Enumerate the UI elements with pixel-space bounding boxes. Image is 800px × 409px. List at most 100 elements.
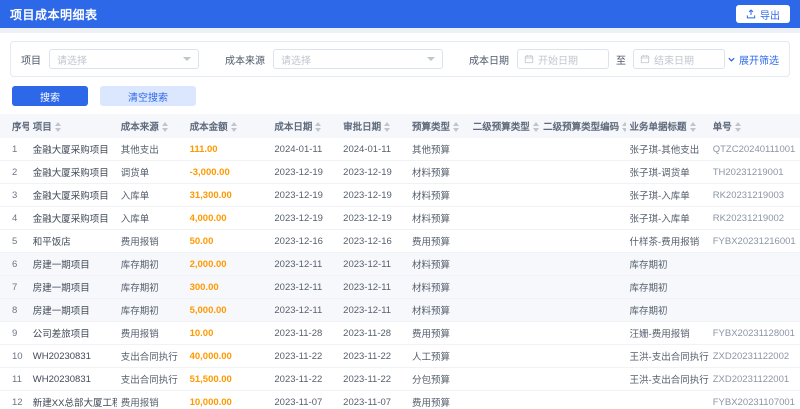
chevron-down-icon xyxy=(183,57,191,61)
table-cell: 入库单 xyxy=(116,183,186,207)
table-cell: 其他预算 xyxy=(407,138,469,161)
action-row: 搜索 清空搜索 xyxy=(0,77,800,114)
table-cell xyxy=(539,252,626,276)
column-header[interactable]: 二级预算类型编码 xyxy=(539,114,626,138)
column-header[interactable]: 成本来源 xyxy=(116,114,186,138)
table-cell: 房建一期项目 xyxy=(28,298,117,322)
table-cell: 2023-12-19 xyxy=(270,160,340,184)
table-cell: 10,000.00 xyxy=(185,390,271,409)
sort-icon[interactable] xyxy=(734,122,741,133)
table-cell xyxy=(468,321,540,345)
column-header[interactable]: 单号 xyxy=(708,114,800,138)
sort-icon[interactable] xyxy=(161,122,168,133)
table-row[interactable]: 12新建XX总部大厦工程二期费用报销10,000.002023-11-07202… xyxy=(0,390,800,409)
table-row[interactable]: 10 WH20230831 支出合同执行 40,000.00 2023-11-22 202… xyxy=(0,344,800,368)
table-cell: 2023-11-22 xyxy=(270,344,340,368)
table-cell: 31,300.00 xyxy=(185,183,271,207)
source-select-placeholder: 请选择 xyxy=(281,55,311,67)
table-cell: 7 xyxy=(0,275,29,299)
table-row[interactable]: 11 WH20230831 支出合同执行 51,500.00 2023-11-22 202… xyxy=(0,367,800,391)
table-cell xyxy=(708,252,800,276)
table-cell xyxy=(539,321,626,345)
table-cell: TH20231219001 xyxy=(708,160,800,184)
sort-icon[interactable] xyxy=(54,122,61,133)
page-title: 项目成本明细表 xyxy=(10,7,98,22)
table-cell: 5 xyxy=(0,229,29,253)
date-end-input[interactable]: 结束日期 xyxy=(633,49,725,69)
table-cell: 2023-11-22 xyxy=(270,367,340,391)
date-start-input[interactable]: 开始日期 xyxy=(517,49,609,69)
column-header[interactable]: 预算类型 xyxy=(407,114,469,138)
table-cell: 2023-12-19 xyxy=(270,206,340,230)
table-cell: 2023-12-16 xyxy=(270,229,340,253)
table-cell: 2023-12-11 xyxy=(339,252,408,276)
column-header[interactable]: 成本金额 xyxy=(185,114,271,138)
table-cell: 库存期初 xyxy=(625,252,709,276)
table-cell: 2023-12-19 xyxy=(339,183,408,207)
table-cell: 什样茶-费用报销 xyxy=(625,229,709,253)
table-cell xyxy=(539,390,626,409)
project-select[interactable]: 请选择 xyxy=(49,49,199,69)
sort-icon[interactable] xyxy=(384,122,391,133)
sort-icon[interactable] xyxy=(230,122,237,133)
table-cell xyxy=(468,344,540,368)
table-row[interactable]: 3 金融大厦采购项目 入库单 31,300.00 2023-12-19 2023-12-1… xyxy=(0,183,800,207)
table-row[interactable]: 6 房建一期项目 库存期初 2,000.00 2023-12-11 2023-12-11 材… xyxy=(0,252,800,276)
expand-filter-link[interactable]: 展开筛选 xyxy=(727,52,779,67)
table-cell: RK20231219002 xyxy=(708,206,800,230)
table-row[interactable]: 9 公司差旅项目 费用报销 10.00 2023-11-28 2023-11-28 费用预算… xyxy=(0,321,800,345)
export-button[interactable]: 导出 xyxy=(736,5,790,23)
search-button[interactable]: 搜索 xyxy=(12,86,88,106)
sort-icon[interactable] xyxy=(532,122,539,133)
table-cell: 库存期初 xyxy=(116,275,186,299)
table-cell: 金融大厦采购项目 xyxy=(28,160,117,184)
table-cell xyxy=(539,160,626,184)
column-header[interactable]: 项目 xyxy=(28,114,117,138)
table-cell: 4,000.00 xyxy=(185,206,271,230)
table-cell: 12 xyxy=(0,390,29,409)
column-header: 序号 xyxy=(0,114,29,138)
sort-icon[interactable] xyxy=(315,122,322,133)
sort-icon[interactable] xyxy=(622,122,626,133)
column-header[interactable]: 业务单据标题 xyxy=(625,114,709,138)
table-cell: 2023-12-19 xyxy=(270,183,340,207)
table-cell: 张子琪-入库单 xyxy=(625,206,709,230)
main-content: 项目 请选择 成本来源 请选择 成本日期 开始日期 至 结束日期 展开筛选 搜索… xyxy=(0,41,800,409)
table-row[interactable]: 8 房建一期项目 库存期初 5,000.00 2023-12-11 2023-12-11 材… xyxy=(0,298,800,322)
table-cell: 材料预算 xyxy=(407,252,469,276)
sort-icon[interactable] xyxy=(452,122,459,133)
table-cell: 费用预算 xyxy=(407,321,469,345)
table-cell: 4 xyxy=(0,206,29,230)
column-header[interactable]: 二级预算类型 xyxy=(468,114,540,138)
table-cell: 2023-11-28 xyxy=(270,321,340,345)
table-cell xyxy=(625,390,709,409)
table-cell xyxy=(539,183,626,207)
sort-icon[interactable] xyxy=(689,122,696,133)
table-cell: 2023-12-11 xyxy=(270,298,340,322)
table-cell: 房建一期项目 xyxy=(28,275,117,299)
clear-search-button[interactable]: 清空搜索 xyxy=(100,86,196,106)
table-cell: 材料预算 xyxy=(407,183,469,207)
table-row[interactable]: 5 和平饭店 费用报销 50.00 2023-12-16 2023-12-16 费用预算 什样… xyxy=(0,229,800,253)
project-filter-label: 项目 xyxy=(21,55,41,67)
table-cell: QTZC20240111001 xyxy=(708,138,800,161)
table-cell: ZXD20231122002 xyxy=(708,344,800,368)
table-body: 1 金融大厦采购项目 其他支出 111.00 2024-01-11 2024-01-11 其… xyxy=(0,138,800,409)
table-cell: 王洪-支出合同执行 xyxy=(625,344,709,368)
column-header[interactable]: 成本日期 xyxy=(270,114,340,138)
table-cell: 支出合同执行 xyxy=(116,344,186,368)
table-row[interactable]: 1 金融大厦采购项目 其他支出 111.00 2024-01-11 2024-01-11 其… xyxy=(0,138,800,161)
chevron-down-icon xyxy=(727,55,736,64)
table-cell xyxy=(708,275,800,299)
source-filter: 成本来源 请选择 xyxy=(225,49,443,69)
column-header[interactable]: 审批日期 xyxy=(339,114,408,138)
table-row[interactable]: 7 房建一期项目 库存期初 300.00 2023-12-11 2023-12-11 材料预… xyxy=(0,275,800,299)
table-cell: 分包预算 xyxy=(407,367,469,391)
table-cell: 3 xyxy=(0,183,29,207)
project-select-placeholder: 请选择 xyxy=(57,55,87,67)
source-select[interactable]: 请选择 xyxy=(273,49,443,69)
table-row[interactable]: 4 金融大厦采购项目 入库单 4,000.00 2023-12-19 2023-12-19… xyxy=(0,206,800,230)
table-row[interactable]: 2 金融大厦采购项目 调货单 -3,000.00 2023-12-19 2023-12-1… xyxy=(0,160,800,184)
table-cell: 40,000.00 xyxy=(185,344,271,368)
table-cell xyxy=(468,275,540,299)
